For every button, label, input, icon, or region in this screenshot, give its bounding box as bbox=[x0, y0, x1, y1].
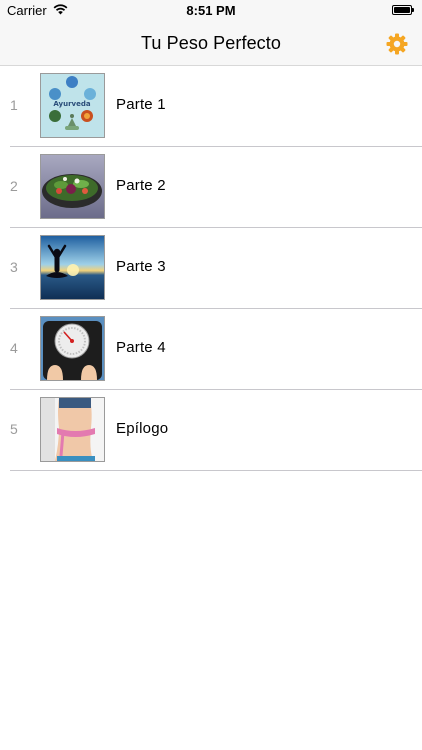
list-item[interactable]: 3 Parte 3 bbox=[10, 228, 422, 309]
status-bar: Carrier 8:51 PM bbox=[0, 0, 422, 22]
thumbnail-bathroom-scale bbox=[40, 316, 105, 381]
row-label: Parte 3 bbox=[116, 258, 166, 275]
row-number: 3 bbox=[10, 259, 18, 275]
thumbnail-measuring-tape-waist bbox=[40, 397, 105, 462]
battery-icon bbox=[392, 5, 414, 15]
list-item[interactable]: 1 Ayurveda Parte 1 bbox=[10, 66, 422, 147]
gear-icon bbox=[386, 33, 408, 55]
row-number: 4 bbox=[10, 340, 18, 356]
row-label: Parte 4 bbox=[116, 339, 166, 356]
list-item[interactable]: 2 Parte 2 bbox=[10, 147, 422, 228]
row-number: 1 bbox=[10, 97, 18, 113]
row-label: Epílogo bbox=[116, 420, 169, 437]
status-time: 8:51 PM bbox=[186, 3, 236, 18]
row-label: Parte 2 bbox=[116, 177, 166, 194]
row-number: 2 bbox=[10, 178, 18, 194]
list-item[interactable]: 5 Epílogo bbox=[10, 390, 422, 471]
chapter-list: 1 Ayurveda Parte 1 2 Parte 2 3 Parte 3 4… bbox=[0, 66, 422, 471]
thumbnail-salad-bowl bbox=[40, 154, 105, 219]
svg-text:Ayurveda: Ayurveda bbox=[53, 100, 90, 108]
row-number: 5 bbox=[10, 421, 18, 437]
thumbnail-ayurveda-diagram: Ayurveda bbox=[40, 73, 105, 138]
navigation-bar: Tu Peso Perfecto bbox=[0, 22, 422, 66]
thumbnail-meditation-silhouette bbox=[40, 235, 105, 300]
list-item[interactable]: 4 Parte 4 bbox=[10, 309, 422, 390]
page-title: Tu Peso Perfecto bbox=[140, 33, 281, 53]
row-label: Parte 1 bbox=[116, 96, 166, 113]
settings-button[interactable] bbox=[385, 32, 409, 56]
